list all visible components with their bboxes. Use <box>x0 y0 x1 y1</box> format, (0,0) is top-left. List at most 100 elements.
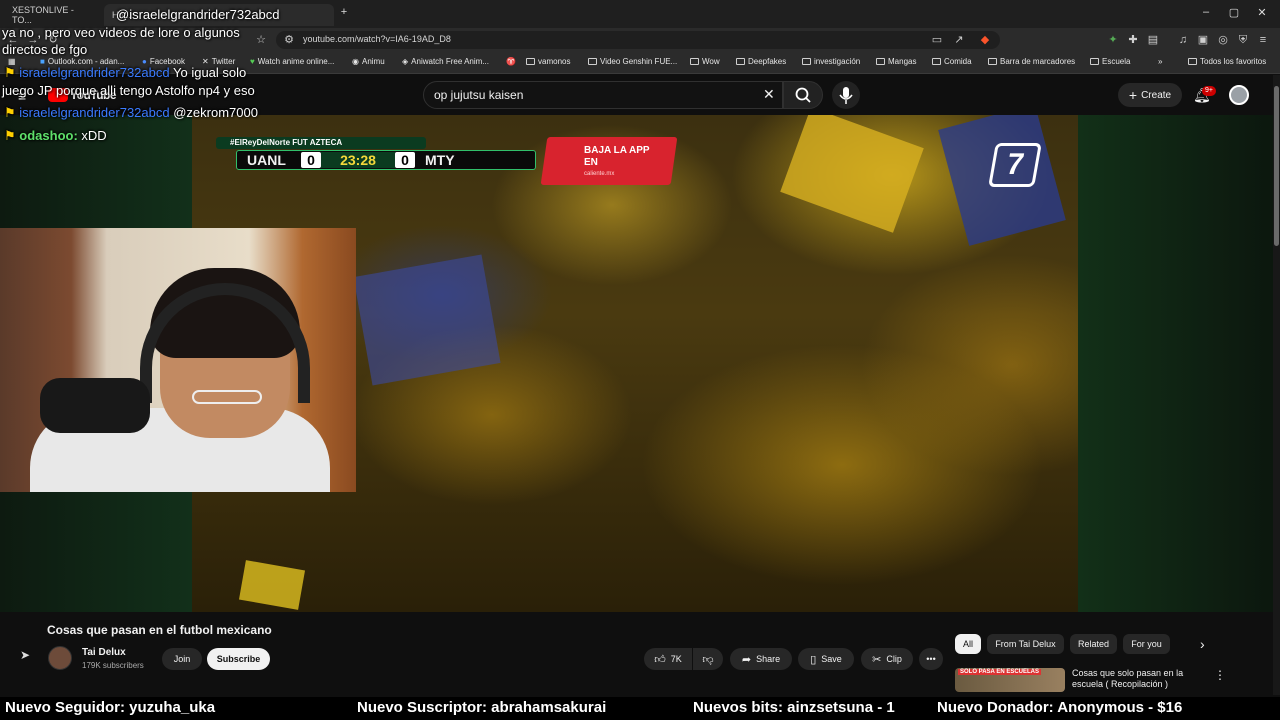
save-button[interactable]: ▯ Save <box>798 648 854 670</box>
recommended-title[interactable]: Cosas que solo pasan en la escuela ( Rec… <box>1072 668 1192 690</box>
ticker-subscriber: Nuevo Suscriptor: abrahamsakurai <box>357 699 607 716</box>
bookmark-label: Escuela <box>1102 57 1131 66</box>
create-button[interactable]: + Create <box>1118 83 1182 107</box>
tv-channel-bug: 7 <box>988 143 1042 187</box>
bookmark-folder[interactable]: Wow <box>690 57 720 66</box>
bookmark-folder[interactable]: Barra de marcadores <box>988 57 1075 66</box>
leo-icon[interactable]: ◎ <box>1216 33 1230 47</box>
bookmark-item[interactable]: ◉ Animu <box>352 57 385 66</box>
thumbs-up-icon: 👍︎ <box>654 653 666 666</box>
clear-search-icon[interactable]: ✕ <box>763 86 775 103</box>
chat-text: ya no , pero veo videos de lore o alguno… <box>2 25 240 40</box>
bookmark-icon: ▯ <box>810 653 817 666</box>
minimize-icon[interactable]: – <box>1196 6 1216 18</box>
save-label: Save <box>821 654 842 664</box>
menu-icon[interactable]: ≡ <box>1256 33 1270 47</box>
share-button[interactable]: ➦ Share <box>730 648 792 670</box>
more-horizontal-icon: ••• <box>926 654 936 664</box>
voice-search-button[interactable] <box>832 81 860 109</box>
scoreboard-main: UANL 0 23:28 0 MTY <box>236 150 536 170</box>
bookmark-label: Barra de marcadores <box>1000 57 1076 66</box>
extensions-puzzle-icon[interactable]: ✚ <box>1126 33 1140 47</box>
bookmark-label: Watch anime online... <box>257 57 335 66</box>
chip-from-channel[interactable]: From Tai Delux <box>987 634 1064 654</box>
chat-message: ⚑ israelelgrandrider732abcd Yo igual sol… <box>4 65 246 81</box>
bookmark-folder[interactable]: investigación <box>802 57 860 66</box>
chat-text: @zekrom7000 <box>173 105 258 120</box>
chat-message: ⚑ israelelgrandrider732abcd @zekrom7000 <box>4 105 258 121</box>
wallet-icon[interactable]: ▣ <box>1196 33 1210 47</box>
browser-tab[interactable]: XESTONLIVE - TO... <box>4 4 104 26</box>
away-team: MTY <box>425 152 455 168</box>
bookmark-label: Wow <box>702 57 720 66</box>
new-tab-icon[interactable]: + <box>334 6 354 18</box>
bookmark-folder[interactable]: Deepfakes <box>736 57 786 66</box>
url-text[interactable]: youtube.com/watch?v=IA6-19AD_D8 <box>303 34 451 44</box>
microphone-icon <box>839 87 853 104</box>
close-window-icon[interactable]: ✕ <box>1252 6 1272 19</box>
dislike-button[interactable]: 👎︎ <box>693 648 723 670</box>
chat-message: juego JP porque alli tengo Astolfo np4 y… <box>2 83 255 98</box>
streamer-webcam <box>0 228 356 492</box>
chat-text: directos de fgo <box>2 42 88 57</box>
chip-related[interactable]: Related <box>1070 634 1117 654</box>
music-icon[interactable]: ♫ <box>1176 33 1190 47</box>
bookmark-folder[interactable]: Escuela <box>1090 57 1130 66</box>
bookmark-label: Aniwatch Free Anim... <box>411 57 489 66</box>
bookmark-item[interactable]: ♥ Watch anime online... <box>250 57 334 66</box>
webcam-microphone <box>40 378 150 433</box>
clip-label: Clip <box>886 654 902 664</box>
account-avatar[interactable] <box>1229 85 1249 105</box>
chat-user: israelelgrandrider732abcd <box>19 105 170 120</box>
bookmarks-overflow-icon[interactable]: » <box>1158 57 1162 66</box>
channel-subscriber-count: 179K subscribers <box>82 661 144 670</box>
chat-user: israelelgrandrider732abcd <box>19 65 170 80</box>
bookmark-star-icon[interactable]: ☆ <box>254 33 268 47</box>
create-label: Create <box>1141 89 1172 101</box>
bookmark-item[interactable]: ♈ <box>506 57 516 66</box>
bookmark-label: vamonos <box>538 57 571 66</box>
share-page-icon[interactable]: ↗ <box>952 33 966 47</box>
maximize-icon[interactable]: ▢ <box>1224 6 1244 19</box>
chat-text: xDD <box>81 128 107 143</box>
vpn-icon[interactable]: ⛨ <box>1236 33 1250 47</box>
site-info-icon[interactable]: ⚙ <box>282 33 296 47</box>
bookmark-folder[interactable]: Video Genshin FUE... <box>588 57 677 66</box>
bookmark-label: Comida <box>944 57 972 66</box>
search-button[interactable] <box>783 81 823 109</box>
join-button[interactable]: Join <box>162 648 202 670</box>
away-score: 0 <box>395 152 415 168</box>
bookmark-folder[interactable]: vamonos <box>526 57 570 66</box>
more-vertical-icon[interactable]: ⋮ <box>1214 668 1226 682</box>
scrollbar-thumb[interactable] <box>1274 86 1279 246</box>
bookmark-folder[interactable]: Comida <box>932 57 972 66</box>
sidebar-icon[interactable]: ▤ <box>1146 33 1160 47</box>
thumbs-down-icon: 👎︎ <box>702 653 714 666</box>
chat-user: odashoo <box>19 128 74 143</box>
bookmark-item[interactable]: ◈ Aniwatch Free Anim... <box>402 57 489 66</box>
tab-label: XESTONLIVE - TO... <box>12 5 74 25</box>
chips-next-icon[interactable]: › <box>1200 636 1205 652</box>
cast-icon[interactable]: ▭ <box>930 33 944 47</box>
search-query[interactable]: op jujutsu kaisen <box>434 88 523 102</box>
extension-icon[interactable]: ✦ <box>1106 33 1120 47</box>
chip-all[interactable]: All <box>955 634 981 654</box>
bookmark-folder[interactable]: Mangas <box>876 57 916 66</box>
bookmark-folder[interactable]: Todos los favoritos <box>1188 57 1266 66</box>
channel-avatar[interactable] <box>48 646 72 670</box>
bookmark-label: Todos los favoritos <box>1200 57 1267 66</box>
more-actions-button[interactable]: ••• <box>919 648 943 670</box>
chip-for-you[interactable]: For you <box>1123 634 1170 654</box>
scissors-icon: ✂ <box>872 653 882 666</box>
home-score: 0 <box>301 152 321 168</box>
clip-button[interactable]: ✂ Clip <box>861 648 913 670</box>
brave-shield-icon[interactable]: ◆ <box>978 33 992 47</box>
subscribe-button[interactable]: Subscribe <box>207 648 270 670</box>
thumbnail-caption: SOLO PASA EN ESCUELAS <box>958 669 1042 675</box>
app-promo-subtext: caliente.mx <box>584 171 615 177</box>
like-button[interactable]: 👍︎ 7K <box>644 648 692 670</box>
channel-name[interactable]: Tai Delux <box>82 647 126 658</box>
bookmark-label: Animu <box>361 57 385 66</box>
chat-message: directos de fgo <box>2 42 87 57</box>
app-promo-text: BAJA LA APP EN <box>584 145 650 168</box>
